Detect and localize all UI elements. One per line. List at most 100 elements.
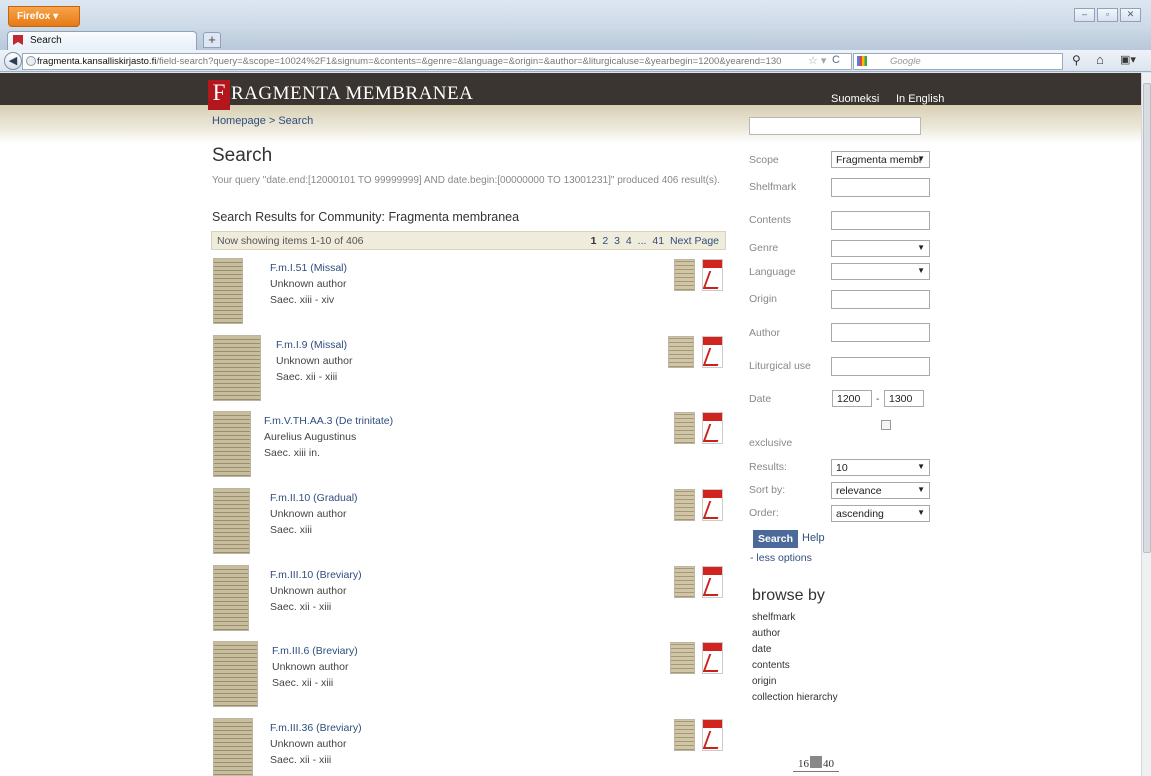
date-end-input[interactable]: 1300 <box>884 390 924 407</box>
result-author: Aurelius Augustinus <box>264 431 357 443</box>
genre-select[interactable]: ▼ <box>831 240 930 257</box>
bookmarks-menu-icon[interactable]: ▣▾ <box>1120 53 1136 66</box>
library-logo[interactable]: 16 40 <box>793 748 839 772</box>
language-select[interactable]: ▼ <box>831 263 930 280</box>
scope-select[interactable]: Fragmenta membr ▼ <box>831 151 930 168</box>
date-separator: - <box>876 393 880 405</box>
scrollbar-thumb[interactable] <box>1143 83 1151 553</box>
page-image-thumbnail[interactable] <box>670 642 695 674</box>
page-image-thumbnail[interactable] <box>674 259 695 291</box>
maximize-button[interactable]: ▫ <box>1097 8 1118 22</box>
next-page-link[interactable]: Next Page <box>670 235 719 247</box>
page-link[interactable]: 3 <box>614 235 620 247</box>
page-ellipsis: ... <box>637 235 647 247</box>
chevron-down-icon: ▼ <box>917 266 925 275</box>
result-title-link[interactable]: F.m.III.10 (Breviary) <box>270 569 362 581</box>
language-finnish-link[interactable]: Suomeksi <box>831 93 879 105</box>
page-title: Search <box>212 145 273 166</box>
browse-origin-link[interactable]: origin <box>752 676 776 687</box>
star-icon[interactable]: ☆ ▾ <box>808 54 826 67</box>
manuscript-thumbnail[interactable] <box>213 411 251 477</box>
quick-search-input[interactable] <box>749 117 921 135</box>
search-button[interactable]: Search <box>753 530 798 548</box>
result-title-link[interactable]: F.m.III.6 (Breviary) <box>272 645 358 657</box>
result-author: Unknown author <box>276 355 353 367</box>
result-title-link[interactable]: F.m.I.51 (Missal) <box>270 262 347 274</box>
new-tab-button[interactable]: + <box>203 32 221 48</box>
liturgical-use-input[interactable] <box>831 357 930 376</box>
less-options-link[interactable]: - less options <box>750 552 812 564</box>
logo-text[interactable]: RAGMENTA MEMBRANEA <box>231 83 473 105</box>
page-image-thumbnail[interactable] <box>668 336 694 368</box>
result-item: F.m.II.10 (Gradual) Unknown author Saec.… <box>0 488 730 558</box>
page-image-thumbnail[interactable] <box>674 566 695 598</box>
browse-collection-hierarchy-link[interactable]: collection hierarchy <box>752 692 838 703</box>
order-label: Order: <box>749 507 779 519</box>
results-per-page-label: Results: <box>749 461 787 473</box>
page-image-thumbnail[interactable] <box>674 719 695 751</box>
order-select[interactable]: ascending ▼ <box>831 505 930 522</box>
manuscript-thumbnail[interactable] <box>213 258 243 324</box>
pdf-icon[interactable] <box>702 642 723 674</box>
browser-title-bar <box>0 0 1151 30</box>
firefox-menu-label: Firefox <box>17 11 51 22</box>
manuscript-thumbnail[interactable] <box>213 718 253 776</box>
reload-icon[interactable]: C <box>832 54 840 66</box>
sort-by-select[interactable]: relevance ▼ <box>831 482 930 499</box>
language-english-link[interactable]: In English <box>896 93 944 105</box>
result-title-link[interactable]: F.m.II.10 (Gradual) <box>270 492 358 504</box>
shelfmark-label: Shelfmark <box>749 181 797 193</box>
page-link[interactable]: 4 <box>626 235 632 247</box>
home-icon[interactable]: ⌂ <box>1096 52 1104 67</box>
result-title-link[interactable]: F.m.III.36 (Breviary) <box>270 722 362 734</box>
pagination: 1 2 3 4 ... 41 Next Page <box>588 235 719 247</box>
manuscript-thumbnail[interactable] <box>213 335 261 401</box>
result-title-link[interactable]: F.m.V.TH.AA.3 (De trinitate) <box>264 415 393 427</box>
page-image-thumbnail[interactable] <box>674 412 695 444</box>
tab-search[interactable]: Search <box>7 31 197 50</box>
browse-shelfmark-link[interactable]: shelfmark <box>752 612 795 623</box>
page-image-thumbnail[interactable] <box>674 489 695 521</box>
chevron-down-icon: ▼ <box>917 462 925 471</box>
page-link[interactable]: 2 <box>602 235 608 247</box>
logo-letter[interactable]: F <box>208 80 230 110</box>
genre-label: Genre <box>749 242 779 254</box>
pdf-icon[interactable] <box>702 719 723 751</box>
web-search-input[interactable]: Google <box>853 53 1063 70</box>
pdf-icon[interactable] <box>702 566 723 598</box>
browse-date-link[interactable]: date <box>752 644 771 655</box>
manuscript-thumbnail[interactable] <box>213 641 258 707</box>
breadcrumb[interactable]: Homepage > Search <box>212 115 313 127</box>
firefox-menu-button[interactable]: Firefox ▾ <box>8 6 80 27</box>
results-per-page-select[interactable]: 10 ▼ <box>831 459 930 476</box>
close-window-button[interactable]: ✕ <box>1120 8 1141 22</box>
exclusive-checkbox[interactable] <box>881 420 891 430</box>
pdf-icon[interactable] <box>702 336 723 368</box>
manuscript-thumbnail[interactable] <box>213 488 250 554</box>
vertical-scrollbar[interactable] <box>1141 73 1151 776</box>
page-link[interactable]: 1 <box>591 235 597 247</box>
logo-year-left: 16 <box>798 758 809 770</box>
origin-input[interactable] <box>831 290 930 309</box>
minimize-button[interactable]: – <box>1074 8 1095 22</box>
result-date: Saec. xiii in. <box>264 447 321 459</box>
google-icon[interactable] <box>857 56 867 66</box>
pdf-icon[interactable] <box>702 259 723 291</box>
back-arrow-icon[interactable]: ◀ <box>4 52 22 70</box>
date-begin-input[interactable]: 1200 <box>832 390 872 407</box>
contents-input[interactable] <box>831 211 930 230</box>
result-date: Saec. xii - xiii <box>270 754 332 766</box>
browse-contents-link[interactable]: contents <box>752 660 790 671</box>
pdf-icon[interactable] <box>702 489 723 521</box>
result-title-link[interactable]: F.m.I.9 (Missal) <box>276 339 347 351</box>
help-link[interactable]: Help <box>802 532 825 544</box>
shelfmark-input[interactable] <box>831 178 930 197</box>
search-icon[interactable]: ⚲ <box>1072 53 1081 67</box>
manuscript-thumbnail[interactable] <box>213 565 249 631</box>
pdf-icon[interactable] <box>702 412 723 444</box>
browse-author-link[interactable]: author <box>752 628 780 639</box>
chevron-down-icon: ▼ <box>917 243 925 252</box>
author-input[interactable] <box>831 323 930 342</box>
page-link[interactable]: 41 <box>652 235 664 247</box>
url-input[interactable]: fragmenta.kansalliskirjasto.fi/field-sea… <box>22 53 852 70</box>
